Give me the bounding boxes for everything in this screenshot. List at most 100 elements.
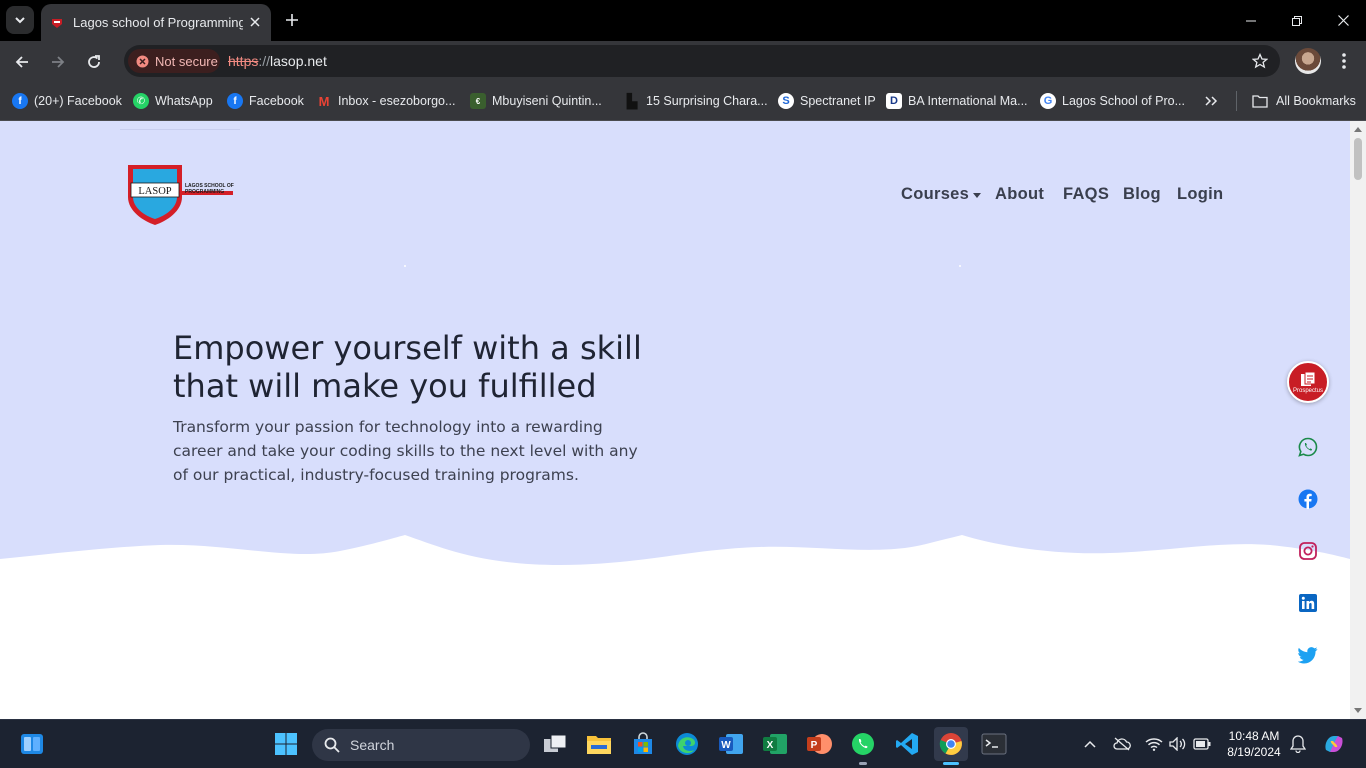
facebook-icon: f	[12, 93, 28, 109]
browser-toolbar: Not secure https://lasop.net	[0, 41, 1366, 81]
whatsapp-link[interactable]	[1297, 436, 1319, 458]
tab-close-icon[interactable]	[247, 14, 263, 30]
terminal-button[interactable]	[980, 730, 1008, 758]
chrome-icon	[939, 733, 962, 755]
bookmark-label: Lagos School of Pro...	[1062, 94, 1185, 108]
edge-button[interactable]	[673, 730, 701, 758]
bell-icon	[1290, 735, 1306, 753]
top-divider	[120, 129, 240, 130]
prospectus-button[interactable]: Prospectus	[1287, 361, 1329, 403]
bookmarks-divider	[1236, 91, 1237, 111]
minimize-button[interactable]	[1228, 0, 1274, 41]
scroll-up-arrow[interactable]	[1354, 127, 1362, 132]
url-host: lasop.net	[270, 53, 327, 69]
twitter-link[interactable]	[1297, 644, 1319, 666]
nav-about-link[interactable]: About	[995, 183, 1044, 205]
reload-button[interactable]	[81, 49, 107, 75]
volume-status[interactable]	[1166, 730, 1190, 758]
page-scrollbar[interactable]	[1350, 121, 1366, 719]
scroll-down-arrow[interactable]	[1354, 708, 1362, 713]
d-icon: D	[886, 93, 902, 109]
bookmark-item[interactable]: D BA International Ma...	[886, 90, 1028, 112]
svg-text:PROGRAMMING: PROGRAMMING	[185, 189, 224, 195]
linkedin-link[interactable]	[1297, 592, 1319, 614]
prospectus-label: Prospectus	[1292, 387, 1323, 394]
whatsapp-icon: ✆	[133, 93, 149, 109]
bookmark-item[interactable]: S Spectranet IP	[778, 90, 876, 112]
task-view-button[interactable]	[541, 730, 569, 758]
profile-avatar[interactable]	[1295, 48, 1321, 74]
bookmark-star-button[interactable]	[1251, 52, 1269, 74]
search-placeholder: Search	[350, 737, 395, 753]
all-bookmarks-label: All Bookmarks	[1276, 94, 1356, 108]
bookmark-item[interactable]: f (20+) Facebook	[12, 90, 122, 112]
excel-icon: X	[763, 734, 787, 754]
bookmark-item[interactable]: ▙ 15 Surprising Chara...	[624, 90, 768, 112]
more-bookmarks-button[interactable]	[1204, 90, 1218, 112]
scroll-thumb[interactable]	[1354, 138, 1362, 180]
instagram-icon	[1299, 542, 1317, 560]
facebook-link[interactable]	[1297, 488, 1319, 510]
whatsapp-app-button[interactable]	[849, 730, 877, 758]
instagram-link[interactable]	[1297, 540, 1319, 562]
back-button[interactable]	[9, 49, 35, 75]
onedrive-status[interactable]	[1110, 730, 1134, 758]
nav-courses-dropdown[interactable]: Courses	[901, 183, 982, 205]
copilot-button[interactable]	[1320, 730, 1348, 758]
start-button[interactable]	[272, 730, 300, 758]
clock-date: 8/19/2024	[1227, 745, 1281, 759]
bookmarks-bar: f (20+) Facebook ✆ WhatsApp f Facebook M…	[0, 81, 1366, 121]
restore-button[interactable]	[1274, 0, 1320, 41]
bookmark-item[interactable]: € Mbuyiseni Quintin...	[470, 90, 602, 112]
bookmark-item[interactable]: f Facebook	[227, 90, 304, 112]
nav-faqs-link[interactable]: FAQS	[1063, 183, 1109, 205]
decor-dot	[404, 265, 406, 267]
nav-login-link[interactable]: Login	[1177, 183, 1223, 205]
browser-menu-button[interactable]	[1334, 49, 1354, 73]
ms-store-button[interactable]	[629, 730, 657, 758]
file-explorer-button[interactable]	[585, 730, 613, 758]
nav-blog-link[interactable]: Blog	[1123, 183, 1161, 205]
whatsapp-icon	[1298, 437, 1318, 457]
tab-search-button[interactable]	[6, 6, 34, 34]
notifications-button[interactable]	[1286, 730, 1310, 758]
forward-button[interactable]	[45, 49, 71, 75]
svg-text:W: W	[721, 740, 731, 751]
browser-tab[interactable]: Lagos school of Programming |	[41, 4, 271, 41]
bookmark-item[interactable]: M Inbox - esezoborgo...	[316, 90, 456, 112]
address-bar[interactable]: Not secure https://lasop.net	[124, 45, 1280, 77]
tray-overflow-button[interactable]	[1078, 730, 1102, 758]
excel-button[interactable]: X	[761, 730, 789, 758]
wifi-icon	[1145, 738, 1163, 751]
lasop-favicon	[52, 18, 62, 28]
new-tab-button[interactable]	[282, 10, 302, 30]
vscode-icon	[896, 733, 918, 755]
bookmark-label: Mbuyiseni Quintin...	[492, 94, 602, 108]
gmail-icon: M	[318, 93, 330, 109]
bookmark-item[interactable]: G Lagos School of Pro...	[1040, 90, 1185, 112]
battery-status[interactable]	[1190, 730, 1214, 758]
site-icon: ▙	[626, 92, 638, 109]
vscode-button[interactable]	[893, 730, 921, 758]
taskbar-search[interactable]: Search	[312, 729, 530, 761]
widgets-icon	[21, 734, 43, 754]
word-button[interactable]: W	[717, 730, 745, 758]
all-bookmarks-button[interactable]: All Bookmarks	[1252, 90, 1356, 112]
chrome-button[interactable]	[934, 727, 968, 761]
bookmark-item[interactable]: ✆ WhatsApp	[133, 90, 213, 112]
windows-logo-icon	[275, 733, 297, 755]
reload-icon	[88, 55, 100, 68]
system-clock[interactable]: 10:48 AM 8/19/2024	[1222, 728, 1286, 760]
security-chip[interactable]: Not secure	[128, 49, 220, 73]
warning-icon	[136, 55, 149, 67]
close-window-button[interactable]	[1320, 0, 1366, 41]
wifi-status[interactable]	[1142, 730, 1166, 758]
url-text: https://lasop.net	[228, 53, 327, 69]
widgets-button[interactable]	[18, 730, 46, 758]
powerpoint-icon: P	[807, 734, 832, 754]
bookmark-label: Spectranet IP	[800, 94, 876, 108]
clock-time: 10:48 AM	[1228, 729, 1280, 743]
powerpoint-button[interactable]: P	[805, 730, 833, 758]
windows-taskbar: Search W X P 10:48 AM 8/19/2024	[0, 719, 1366, 768]
lasop-logo[interactable]: LASOP LAGOS SCHOOL OF PROGRAMMING	[127, 163, 237, 227]
